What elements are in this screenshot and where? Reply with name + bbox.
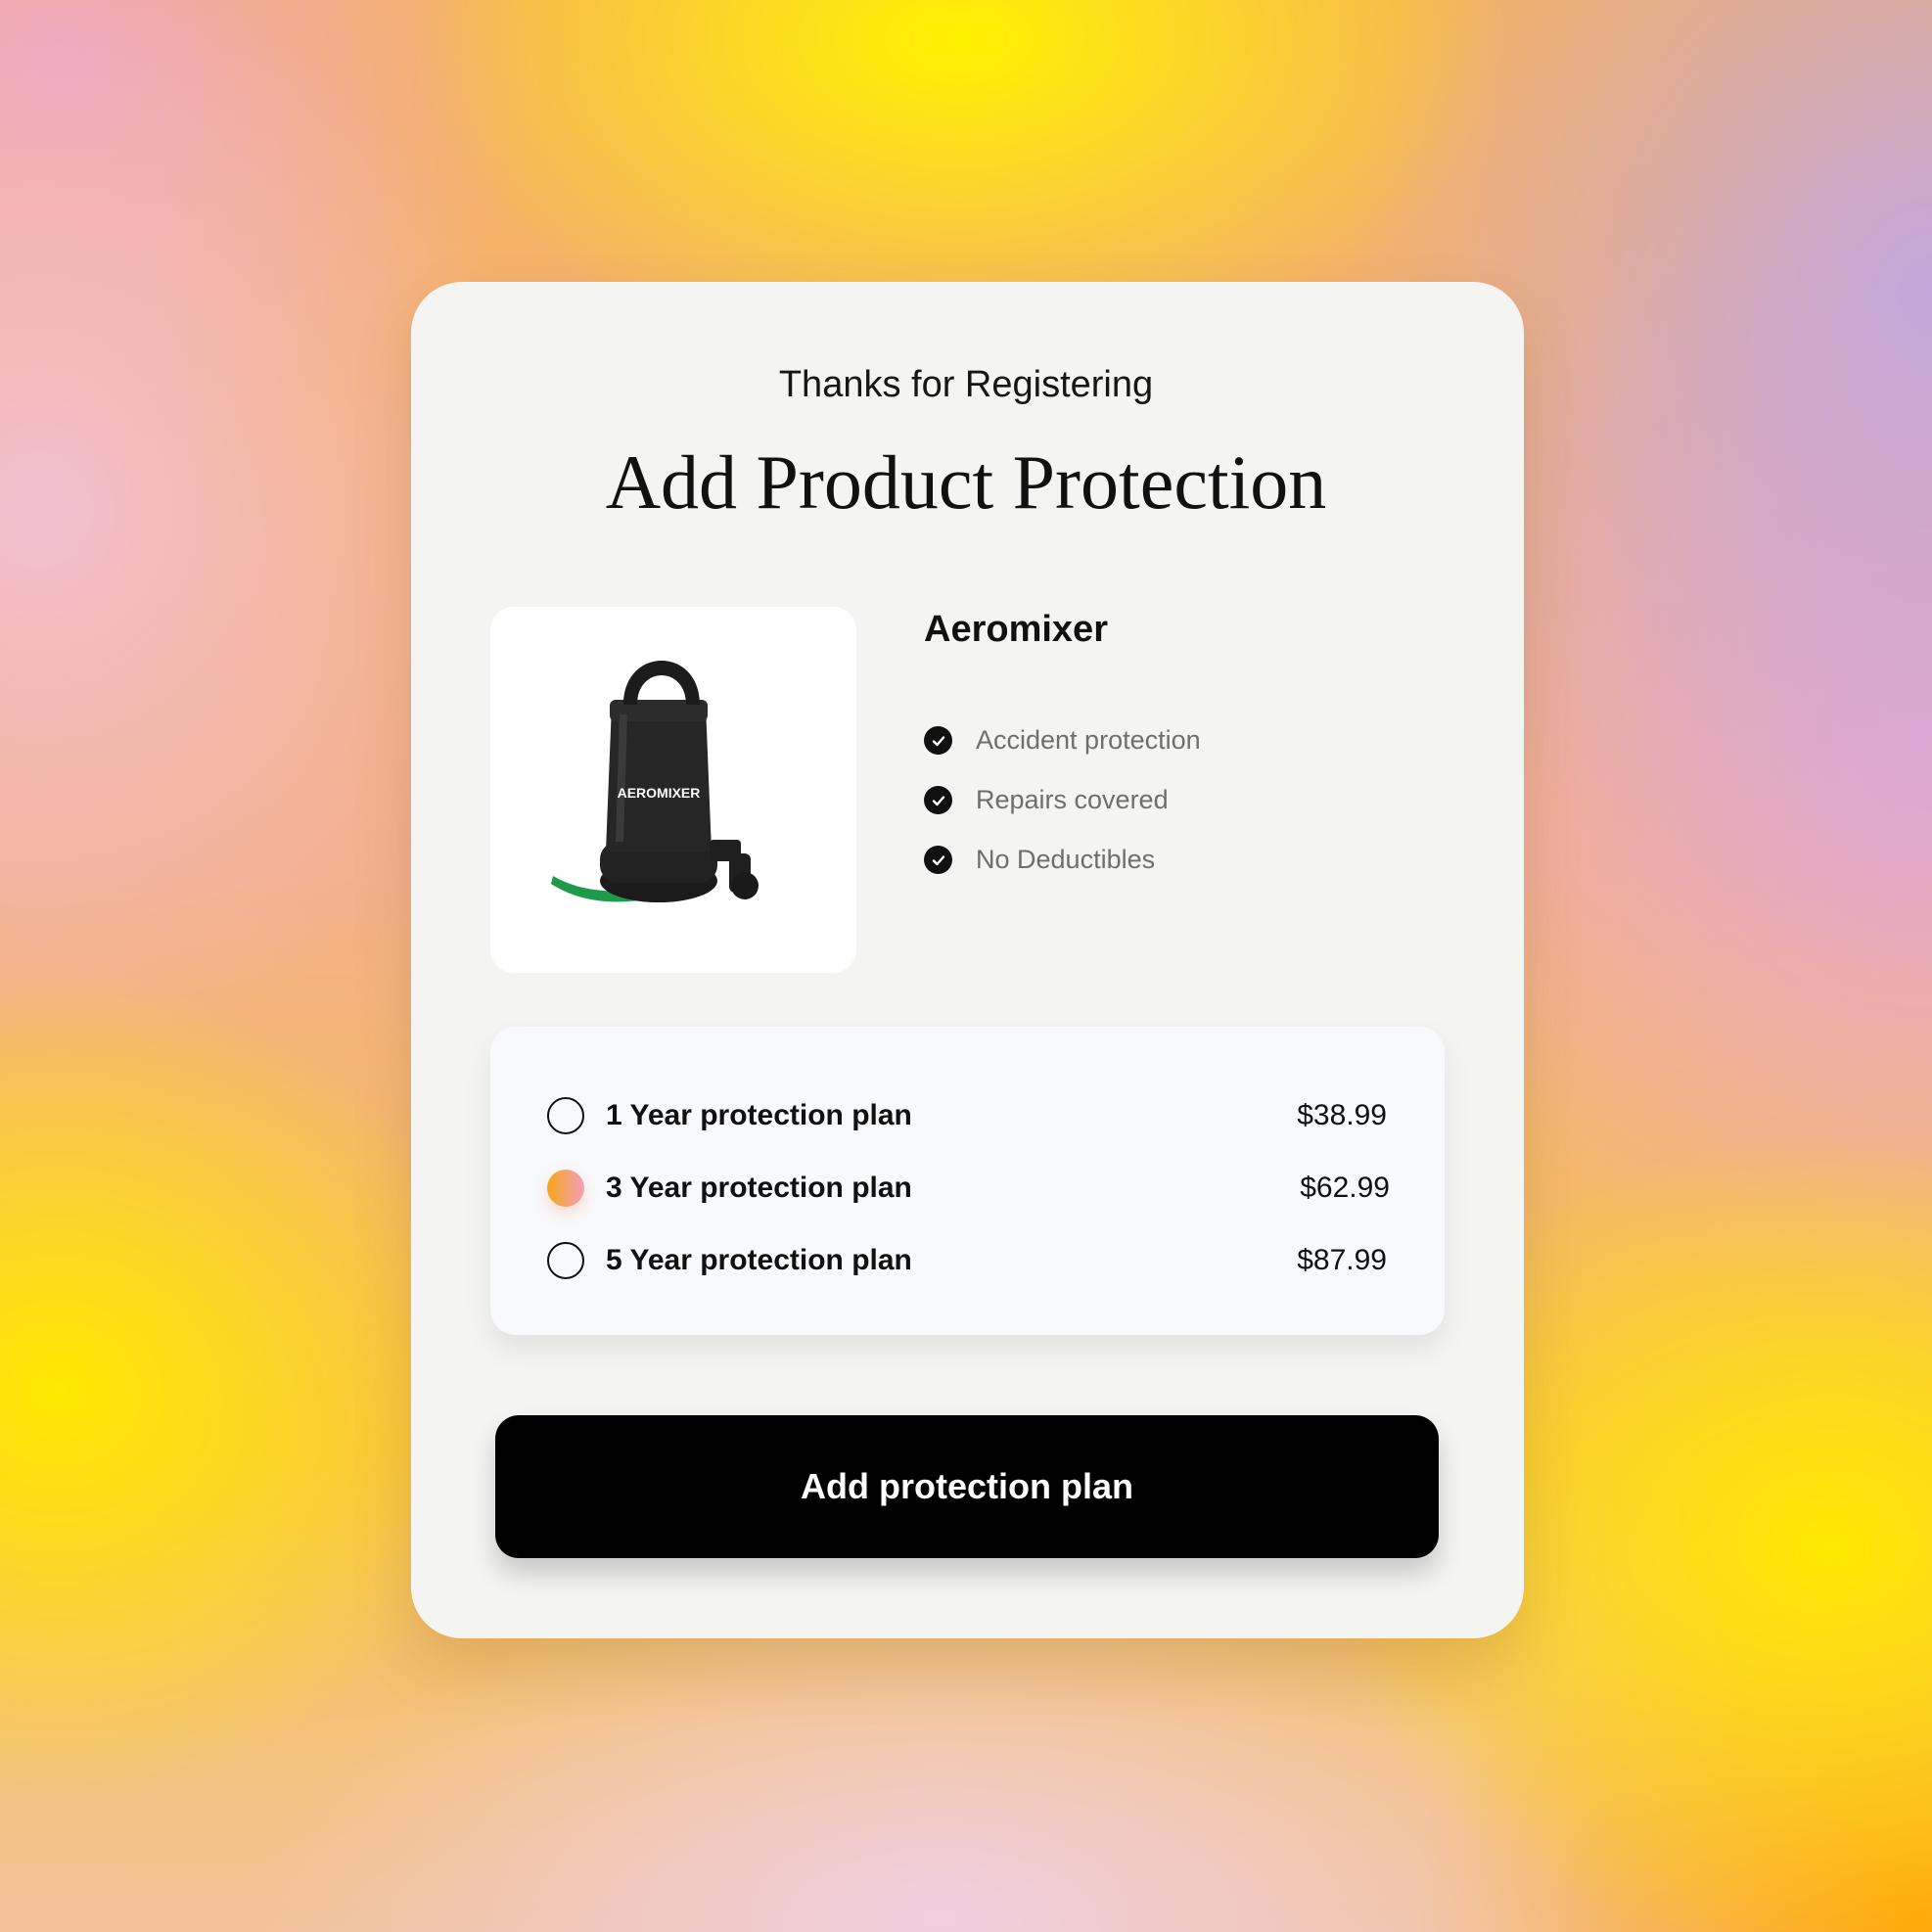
plan-price: $62.99 — [1300, 1172, 1390, 1204]
feature-item: No Deductibles — [924, 830, 1433, 890]
feature-label: Accident protection — [976, 725, 1201, 755]
plan-option-3-year[interactable]: 3 Year protection plan $62.99 — [547, 1167, 1390, 1210]
product-image: AEROMIXER — [490, 607, 856, 973]
radio-button[interactable] — [547, 1097, 584, 1134]
plan-label: 1 Year protection plan — [606, 1099, 912, 1131]
radio-button-selected[interactable] — [547, 1170, 584, 1207]
feature-item: Accident protection — [924, 711, 1433, 770]
add-protection-plan-button[interactable]: Add protection plan — [495, 1415, 1439, 1558]
aeromixer-pump-image: AEROMIXER — [551, 661, 759, 902]
plan-label: 3 Year protection plan — [606, 1172, 912, 1204]
check-circle-icon — [924, 846, 952, 874]
product-brand-text: AEROMIXER — [618, 785, 701, 801]
plan-price: $87.99 — [1297, 1244, 1387, 1276]
feature-item: Repairs covered — [924, 770, 1433, 830]
feature-list: Accident protection Repairs covered No D… — [924, 711, 1433, 890]
plan-option-5-year[interactable]: 5 Year protection plan $87.99 — [547, 1239, 1387, 1282]
registration-subtitle: Thanks for Registering — [778, 364, 1154, 405]
check-circle-icon — [924, 726, 952, 755]
plan-label: 5 Year protection plan — [606, 1244, 912, 1276]
product-name: Aeromixer — [924, 609, 1108, 650]
check-circle-icon — [924, 786, 952, 814]
page-title: Add Product Protection — [605, 439, 1327, 525]
plan-option-1-year[interactable]: 1 Year protection plan $38.99 — [547, 1094, 1387, 1137]
radio-button[interactable] — [547, 1242, 584, 1279]
plan-selector: 1 Year protection plan $38.99 3 Year pro… — [490, 1027, 1445, 1335]
plan-price: $38.99 — [1297, 1099, 1387, 1131]
feature-label: No Deductibles — [976, 845, 1156, 874]
feature-label: Repairs covered — [976, 785, 1169, 814]
